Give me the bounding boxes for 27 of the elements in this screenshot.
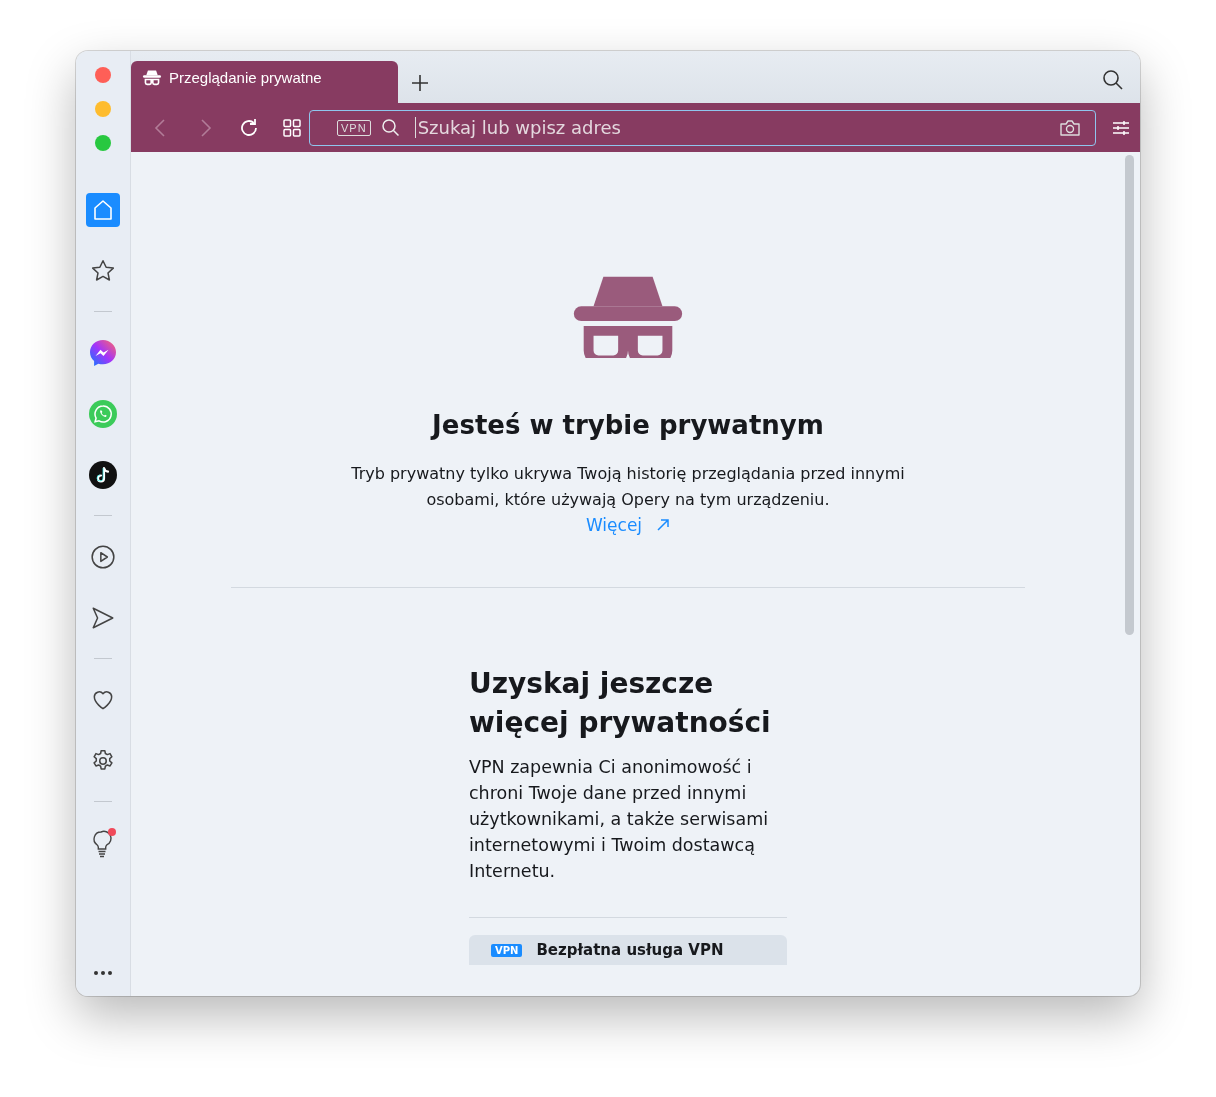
search-icon[interactable] [1102,69,1124,91]
camera-icon[interactable] [1059,117,1081,138]
browser-tab[interactable]: Przeglądanie prywatne [131,61,398,103]
star-icon[interactable] [90,257,116,284]
new-tab-icon[interactable] [410,73,430,93]
address-bar[interactable]: VPN Szukaj lub wpisz adres [309,109,1096,146]
home-icon[interactable] [86,192,120,227]
more-icon[interactable] [93,970,113,976]
vpn-card[interactable]: VPN Bezpłatna usługa VPN [469,935,787,965]
scrollbar-thumb[interactable] [1125,155,1134,635]
vpn-badge[interactable]: VPN [337,119,371,136]
music-note-icon[interactable] [88,459,118,490]
messenger-icon[interactable] [88,337,118,368]
section-text: VPN zapewnia Ci anonimowość i chroni Twoje dane przed innymi użytkownikami, a także serwisami internetowymi i Twoim dostawcą Internetu. [469,756,770,883]
section-heading: Uzyskaj jeszcze więcej prywatności [469,666,772,741]
vpn-badge: VPN [491,943,523,957]
more-link[interactable]: Więcej [585,515,671,535]
grid-icon[interactable] [281,116,303,139]
card-title: Bezpłatna usługa VPN [536,941,724,959]
play-icon[interactable] [90,543,116,570]
close-window-button[interactable] [95,67,111,83]
page-heading: Jesteś w trybie prywatnym [432,410,824,440]
tab-title: Przeglądanie prywatne [169,68,322,86]
incognito-icon [141,68,163,86]
search-icon [380,117,401,138]
description-text: Tryb prywatny tylko ukrywa Twoją historię przeglądania przed innymi osobami, które używają Opery na tym urządzeniu. [350,463,906,511]
external-link-icon [656,518,671,532]
